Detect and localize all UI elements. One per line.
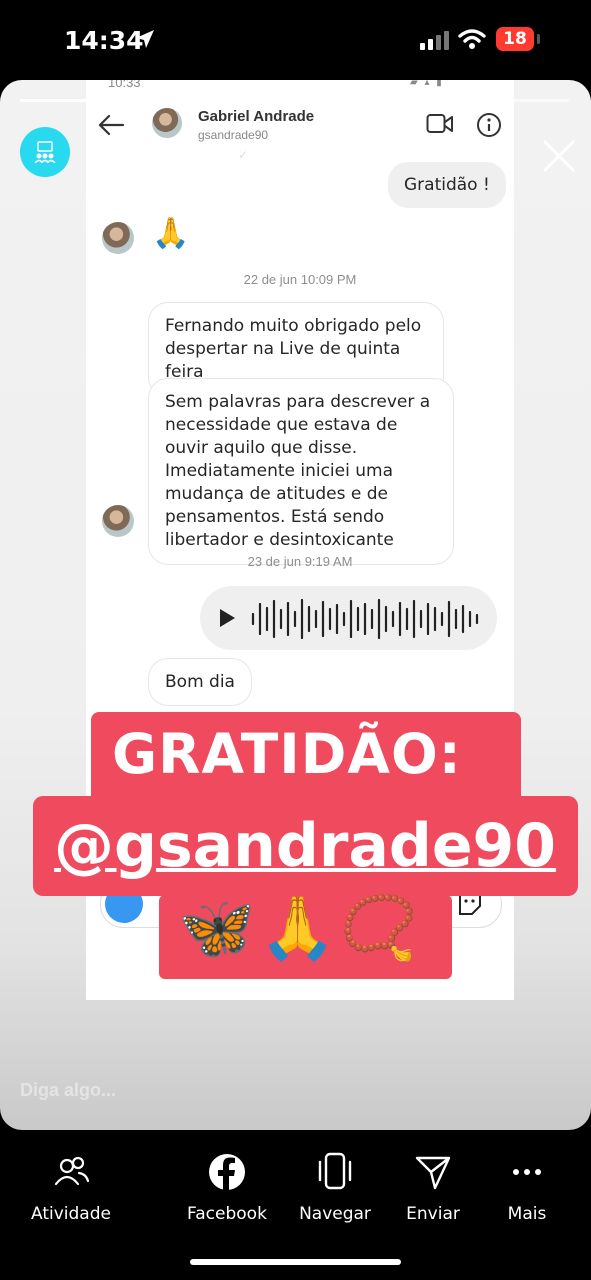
reply-input[interactable]: Diga algo... (20, 1080, 116, 1101)
story-viewer[interactable]: 10:33 ▰ ▴ ▮ Gabriel Andrade gsandrade90 … (0, 80, 591, 1130)
status-bar: 14:34 18 (0, 0, 591, 80)
nav-more[interactable]: Mais (472, 1150, 582, 1224)
story-account-avatar[interactable] (20, 127, 70, 177)
home-indicator[interactable] (190, 1259, 401, 1265)
contact-username: gsandrade90 (198, 128, 269, 142)
audio-message (200, 586, 497, 650)
nav-label: Facebook (187, 1204, 267, 1224)
cellular-signal-icon (420, 30, 452, 50)
people-icon (54, 1156, 90, 1186)
video-call-icon (426, 114, 453, 133)
message-timestamp: 22 de jun 10:09 PM (243, 272, 357, 287)
contact-avatar-small (102, 505, 134, 537)
story-account-name[interactable]: Depoimentos (90, 143, 229, 169)
message-emoji: 🙏 (152, 217, 190, 250)
status-time: 14:34 (64, 26, 144, 55)
message-bubble: Bom dia (148, 658, 252, 706)
bottom-nav: Atividade Facebook Navegar Enviar Mais (0, 1130, 591, 1280)
message-bubble: Sem palavras para descrever a necessidad… (148, 378, 454, 565)
battery-nub (537, 34, 540, 44)
wifi-icon (458, 29, 486, 49)
audio-waveform (251, 598, 479, 640)
message-bubble: Gratidão ! (388, 162, 506, 208)
nav-label: Atividade (31, 1204, 111, 1224)
nav-browse[interactable]: Navegar (280, 1150, 390, 1224)
group-logo-icon (34, 141, 56, 163)
nav-label: Mais (507, 1204, 547, 1224)
nav-activity[interactable]: Atividade (16, 1150, 126, 1224)
contact-name: Gabriel Andrade (198, 108, 315, 125)
more-icon (513, 1169, 541, 1175)
location-arrow-icon (136, 30, 154, 48)
message-timestamp: 23 de jun 9:19 AM (247, 554, 353, 569)
mention-sticker[interactable]: @gsandrade90 (54, 811, 556, 881)
screenshot-status-time: 10:33 (108, 80, 141, 90)
nav-facebook[interactable]: Facebook (172, 1150, 282, 1224)
verified-badge-icon: ✓ (234, 146, 252, 164)
nav-label: Navegar (299, 1204, 371, 1224)
screenshot-status-icons: ▰ ▴ ▮ (410, 80, 444, 88)
phone-vibrate-icon (318, 1152, 352, 1190)
contact-avatar (152, 108, 182, 138)
facebook-icon (209, 1154, 245, 1190)
play-icon (220, 609, 235, 627)
back-arrow-icon (98, 114, 125, 136)
info-icon (477, 113, 501, 137)
contact-avatar-small (102, 222, 134, 254)
send-icon (415, 1156, 451, 1190)
sticker-title: GRATIDÃO: (112, 722, 462, 786)
close-icon[interactable] (541, 138, 577, 174)
battery-indicator: 18 (496, 27, 534, 51)
emoji-sticker: 🦋🙏📿 (178, 894, 422, 963)
